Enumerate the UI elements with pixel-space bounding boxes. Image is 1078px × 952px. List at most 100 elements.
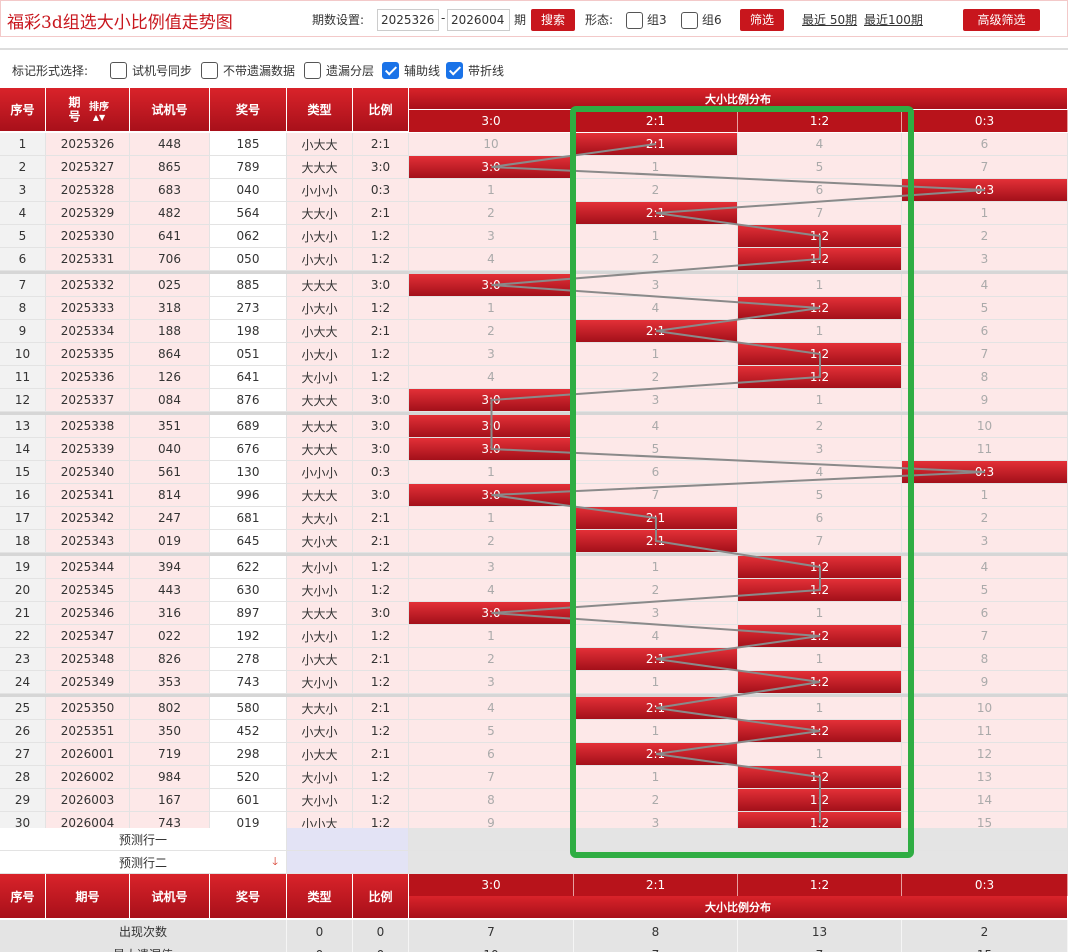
predict-row-2-label: 预测行二 <box>118 855 167 870</box>
dist-omission-cell: 14 <box>902 789 1068 812</box>
cell-period: 2025344 <box>46 556 130 579</box>
stats-value-03: 15 <box>902 943 1068 952</box>
cell-type: 大大大 <box>287 389 353 412</box>
option-checkbox-polyline[interactable] <box>446 62 463 79</box>
table-row: 19 2025344 394 622 大小小 1:2 3 1 1:2 4 <box>0 556 1068 579</box>
cell-prize: 192 <box>210 625 287 648</box>
cell-seq: 29 <box>0 789 46 812</box>
cell-trial: 019 <box>130 530 210 553</box>
advanced-filter-button[interactable]: 高级筛选 <box>963 9 1040 31</box>
page: { "header": { "title": "福彩3d组选大小比例值走势图",… <box>0 0 1078 952</box>
stats-value-21: 7 <box>574 943 738 952</box>
stats-ratio: 0 <box>353 943 409 952</box>
dist-hit-cell: 2:1 <box>574 697 738 720</box>
footer-dist-12: 1:2 <box>738 874 902 896</box>
cell-seq: 19 <box>0 556 46 579</box>
group3-checkbox[interactable] <box>626 12 643 29</box>
cell-ratio: 2:1 <box>353 133 409 156</box>
dist-hit-cell: 1:2 <box>738 579 902 602</box>
dist-hit-cell: 2:1 <box>574 530 738 553</box>
period-label: 期数设置: <box>312 13 365 27</box>
header-dist-title: 大小比例分布 <box>409 88 1068 110</box>
dist-hit-cell: 3:0 <box>409 274 574 297</box>
cell-prize: 278 <box>210 648 287 671</box>
option-checkbox-no-omission[interactable] <box>201 62 218 79</box>
predict-row-1-label: 预测行一 <box>0 828 287 851</box>
stats-row-occurrences: 出现次数 0 0 7 8 13 2 <box>0 920 1068 943</box>
table-row: 22 2025347 022 192 小大小 1:2 1 4 1:2 7 <box>0 625 1068 648</box>
cell-ratio: 2:1 <box>353 320 409 343</box>
dist-omission-cell: 11 <box>902 438 1068 461</box>
table-row: 21 2025346 316 897 大大大 3:0 3:0 3 1 6 <box>0 602 1068 625</box>
cell-ratio: 2:1 <box>353 530 409 553</box>
option-checkbox-aux-line[interactable] <box>382 62 399 79</box>
dist-omission-cell: 1 <box>902 484 1068 507</box>
cell-seq: 23 <box>0 648 46 671</box>
cell-seq: 13 <box>0 415 46 438</box>
dist-omission-cell: 1 <box>738 320 902 343</box>
recent-50-link[interactable]: 最近 50期 <box>802 11 857 28</box>
cell-prize: 876 <box>210 389 287 412</box>
cell-ratio: 2:1 <box>353 743 409 766</box>
footer-seq: 序号 <box>0 874 46 919</box>
dist-omission-cell: 8 <box>409 789 574 812</box>
table-row: 5 2025330 641 062 小大小 1:2 3 1 1:2 2 <box>0 225 1068 248</box>
predict-row-1-input[interactable] <box>287 828 409 851</box>
cell-trial: 126 <box>130 366 210 389</box>
table-row: 7 2025332 025 885 大大大 3:0 3:0 3 1 4 <box>0 274 1068 297</box>
cell-prize: 050 <box>210 248 287 271</box>
cell-trial: 443 <box>130 579 210 602</box>
group6-checkbox[interactable] <box>681 12 698 29</box>
table-row: 26 2025351 350 452 小大小 1:2 5 1 1:2 11 <box>0 720 1068 743</box>
cell-seq: 2 <box>0 156 46 179</box>
footer-period: 期号 <box>46 874 130 919</box>
cell-seq: 18 <box>0 530 46 553</box>
dist-hit-cell: 3:0 <box>409 415 574 438</box>
option-checkbox-omission-layer[interactable] <box>304 62 321 79</box>
stats-value-03: 2 <box>902 920 1068 943</box>
predict-row-1-area[interactable] <box>409 828 1068 851</box>
dist-hit-cell: 1:2 <box>738 297 902 320</box>
cell-trial: 040 <box>130 438 210 461</box>
predict-row-1: 预测行一 <box>0 828 1068 851</box>
cell-type: 大小小 <box>287 579 353 602</box>
period-from-input[interactable]: 2025326 <box>377 9 439 31</box>
dist-omission-cell: 7 <box>902 343 1068 366</box>
cell-prize: 185 <box>210 133 287 156</box>
filter-button[interactable]: 筛选 <box>740 9 784 31</box>
table-row: 2 2025327 865 789 大大大 3:0 3:0 1 5 7 <box>0 156 1068 179</box>
dist-omission-cell: 5 <box>409 720 574 743</box>
predict-row-2-area[interactable] <box>409 851 1068 874</box>
dist-omission-cell: 7 <box>409 766 574 789</box>
cell-period: 2025346 <box>46 602 130 625</box>
cell-period: 2025348 <box>46 648 130 671</box>
recent-100-link[interactable]: 最近100期 <box>864 11 923 28</box>
header-dist-03: 0:3 <box>902 110 1068 132</box>
cell-trial: 247 <box>130 507 210 530</box>
header-dist-12: 1:2 <box>738 110 902 132</box>
predict-row-2-input[interactable] <box>287 851 409 874</box>
dist-omission-cell: 13 <box>902 766 1068 789</box>
cell-trial: 984 <box>130 766 210 789</box>
header-sort[interactable]: 排序 ▲▼ <box>89 98 109 122</box>
cell-period: 2025336 <box>46 366 130 389</box>
option-checkbox-trial-sync[interactable] <box>110 62 127 79</box>
dist-omission-cell: 11 <box>902 720 1068 743</box>
dist-omission-cell: 3 <box>902 530 1068 553</box>
header-type: 类型 <box>287 88 353 132</box>
cell-prize: 996 <box>210 484 287 507</box>
header-period-cell: 期号 排序 ▲▼ <box>46 88 130 132</box>
cell-ratio: 1:2 <box>353 225 409 248</box>
period-to-input[interactable]: 2026004 <box>447 9 510 31</box>
cell-period: 2025329 <box>46 202 130 225</box>
sort-icon: ▲▼ <box>92 112 106 122</box>
arrow-down-icon[interactable]: 🡓 <box>272 853 278 872</box>
cell-ratio: 2:1 <box>353 202 409 225</box>
search-button[interactable]: 搜索 <box>531 9 575 31</box>
dist-hit-cell: 1:2 <box>738 343 902 366</box>
dist-omission-cell: 1 <box>738 648 902 671</box>
dist-hit-cell: 1:2 <box>738 248 902 271</box>
cell-prize: 062 <box>210 225 287 248</box>
cell-trial: 394 <box>130 556 210 579</box>
dist-omission-cell: 1 <box>738 602 902 625</box>
